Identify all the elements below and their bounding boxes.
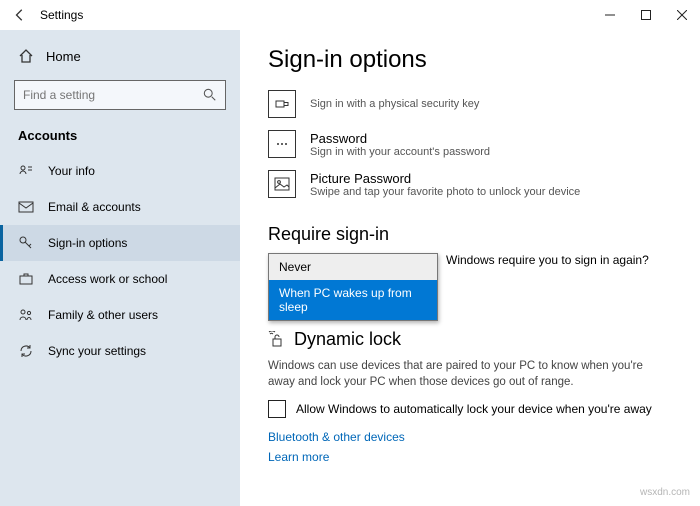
checkbox-icon[interactable] [268,400,286,418]
sidebar-item-label: Email & accounts [48,200,141,214]
usb-key-icon [268,90,296,118]
sidebar-item-family[interactable]: Family & other users [0,297,240,333]
maximize-button[interactable] [628,0,664,30]
back-button[interactable] [8,3,32,27]
learn-more-link[interactable]: Learn more [268,450,672,464]
dropdown-option-never[interactable]: Never [269,254,437,280]
sidebar: Home Accounts Your info Email & accounts… [0,30,240,506]
page-heading: Sign-in options [268,46,672,74]
arrow-left-icon [13,8,27,22]
option-title: Password [310,131,490,146]
dots-icon [268,130,296,158]
sidebar-item-label: Your info [48,164,95,178]
option-subtitle: Sign in with a physical security key [310,98,479,110]
close-icon [677,10,687,20]
app-title: Settings [40,8,83,22]
sidebar-item-signin-options[interactable]: Sign-in options [0,225,240,261]
sidebar-item-work-school[interactable]: Access work or school [0,261,240,297]
dropdown-option-wake[interactable]: When PC wakes up from sleep [269,280,437,320]
option-title: Picture Password [310,171,580,186]
option-security-key[interactable]: Sign in with a physical security key [268,84,672,124]
mail-icon [18,199,34,215]
search-icon [203,88,217,102]
minimize-icon [605,10,615,20]
sidebar-item-sync[interactable]: Sync your settings [0,333,240,369]
maximize-icon [641,10,651,20]
people-icon [18,307,34,323]
sidebar-item-label: Sync your settings [48,344,146,358]
bluetooth-link[interactable]: Bluetooth & other devices [268,430,672,444]
titlebar: Settings [0,0,700,30]
require-signin-heading: Require sign-in [268,224,672,245]
picture-icon [268,170,296,198]
require-signin-dropdown[interactable]: Never When PC wakes up from sleep [268,253,438,321]
watermark: wsxdn.com [640,487,690,498]
home-nav[interactable]: Home [0,40,240,72]
option-subtitle: Swipe and tap your favorite photo to unl… [310,186,580,198]
sync-icon [18,343,34,359]
sidebar-item-email-accounts[interactable]: Email & accounts [0,189,240,225]
search-box[interactable] [14,80,226,110]
dynamic-lock-heading: Dynamic lock [268,329,672,350]
home-icon [18,48,34,64]
key-icon [18,235,34,251]
sidebar-nav: Your info Email & accounts Sign-in optio… [0,153,240,369]
dynamic-lock-checkbox-label: Allow Windows to automatically lock your… [296,402,652,416]
dynamic-lock-heading-text: Dynamic lock [294,329,401,350]
briefcase-icon [18,271,34,287]
option-picture-password[interactable]: Picture Password Swipe and tap your favo… [268,164,672,204]
window-controls [592,0,700,30]
close-button[interactable] [664,0,700,30]
dynamic-lock-icon [268,331,286,349]
search-input[interactable] [23,88,203,102]
require-signin-question: Windows require you to sign in again? [446,253,672,267]
sidebar-item-label: Access work or school [48,272,167,286]
sidebar-item-your-info[interactable]: Your info [0,153,240,189]
person-card-icon [18,163,34,179]
sidebar-item-label: Family & other users [48,308,158,322]
sidebar-item-label: Sign-in options [48,236,127,250]
dynamic-lock-description: Windows can use devices that are paired … [268,358,668,390]
option-subtitle: Sign in with your account's password [310,146,490,158]
minimize-button[interactable] [592,0,628,30]
option-password[interactable]: Password Sign in with your account's pas… [268,124,672,164]
content-pane: Sign-in options Sign in with a physical … [240,30,700,506]
dynamic-lock-checkbox-row[interactable]: Allow Windows to automatically lock your… [268,400,672,418]
sidebar-group-title: Accounts [0,120,240,153]
home-label: Home [46,49,81,64]
